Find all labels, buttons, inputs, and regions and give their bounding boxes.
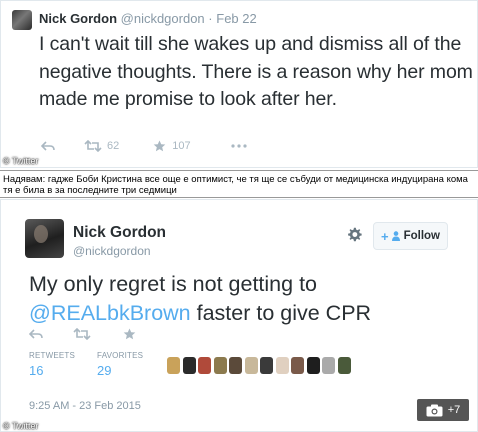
favoriter-avatar[interactable] — [229, 357, 242, 374]
favoriter-avatar[interactable] — [337, 357, 351, 374]
reply-button[interactable] — [29, 329, 43, 339]
stat-label: RETWEETS — [29, 351, 76, 360]
favorites-stat[interactable]: FAVORITES 29 — [97, 351, 143, 378]
favoriter-avatar[interactable] — [260, 357, 273, 374]
user-name[interactable]: Nick Gordon — [39, 11, 117, 26]
tweet-timestamp[interactable]: 9:25 AM - 23 Feb 2015 — [29, 400, 141, 412]
photo-count: +7 — [447, 404, 461, 416]
tweet-text: My only regret is not getting to @REALbk… — [29, 270, 469, 328]
favoriter-avatar[interactable] — [167, 357, 180, 374]
image-credit: © Twitter — [3, 156, 39, 166]
reply-icon — [29, 329, 43, 339]
more-button[interactable] — [231, 144, 247, 148]
bottom-tweet-card: Nick Gordon @nickdgordon + Follow My onl… — [0, 199, 478, 432]
favoriter-avatar[interactable] — [213, 357, 227, 374]
favorite-button[interactable] — [123, 328, 136, 340]
add-user-icon: + — [380, 228, 389, 244]
camera-icon — [426, 404, 443, 416]
photo-caption: Надявам: гадже Боби Кристина все още е о… — [0, 170, 478, 198]
star-icon — [153, 140, 166, 152]
separator: · — [208, 11, 213, 26]
reply-button[interactable] — [41, 141, 55, 151]
follow-button[interactable]: + Follow — [373, 222, 448, 250]
mention-link[interactable]: @REALbkBrown — [29, 301, 191, 325]
favoriter-avatar[interactable] — [291, 357, 304, 374]
favorite-button[interactable]: 107 — [153, 140, 191, 152]
top-tweet-card: Nick Gordon @nickdgordon · Feb 22 I can'… — [0, 0, 478, 168]
retweet-icon — [73, 328, 91, 340]
tweet-text-part: faster to give CPR — [190, 301, 372, 325]
favoriter-avatar[interactable] — [306, 357, 320, 374]
retweet-count: 62 — [107, 140, 120, 152]
retweets-stat[interactable]: RETWEETS 16 — [29, 351, 75, 378]
retweet-button[interactable]: 62 — [84, 140, 119, 152]
favorite-count: 107 — [172, 140, 191, 152]
tweet-stats: RETWEETS 16 FAVORITES 29 — [29, 351, 165, 378]
settings-button[interactable] — [347, 227, 362, 247]
favoriter-avatar[interactable] — [275, 357, 289, 374]
tweet-actions: 62 107 — [41, 137, 247, 155]
tweet-text-part: My only regret is not getting to — [29, 272, 318, 296]
image-credit: © Twitter — [3, 421, 39, 431]
user-name[interactable]: Nick Gordon — [73, 224, 166, 242]
user-handle[interactable]: @nickdgordon — [73, 244, 151, 258]
follow-label: Follow — [403, 230, 440, 242]
user-icon — [391, 231, 400, 241]
reply-icon — [41, 141, 55, 151]
retweet-button[interactable] — [73, 328, 91, 340]
favoriter-avatar[interactable] — [244, 357, 258, 374]
tweet-text: I can't wait till she wakes up and dismi… — [39, 33, 473, 110]
user-handle[interactable]: @nickdgordon — [121, 11, 205, 26]
photo-count-badge[interactable]: +7 — [417, 399, 469, 421]
tweet-date[interactable]: Feb 22 — [216, 11, 256, 26]
retweet-icon — [84, 140, 102, 152]
stat-label: FAVORITES — [97, 351, 144, 360]
favoriter-avatar[interactable] — [198, 357, 211, 374]
gear-icon — [348, 227, 362, 242]
favoriter-avatars — [167, 357, 353, 374]
avatar[interactable] — [12, 10, 32, 30]
avatar[interactable] — [25, 219, 64, 258]
favoriter-avatar[interactable] — [322, 357, 335, 374]
favoriter-avatar[interactable] — [182, 357, 196, 374]
tweet-header: Nick Gordon @nickdgordon · Feb 22 — [39, 11, 257, 26]
stat-value: 29 — [97, 363, 112, 378]
star-icon — [123, 328, 136, 340]
stat-value: 16 — [29, 363, 44, 378]
more-icon — [231, 144, 247, 148]
tweet-actions — [29, 328, 136, 340]
